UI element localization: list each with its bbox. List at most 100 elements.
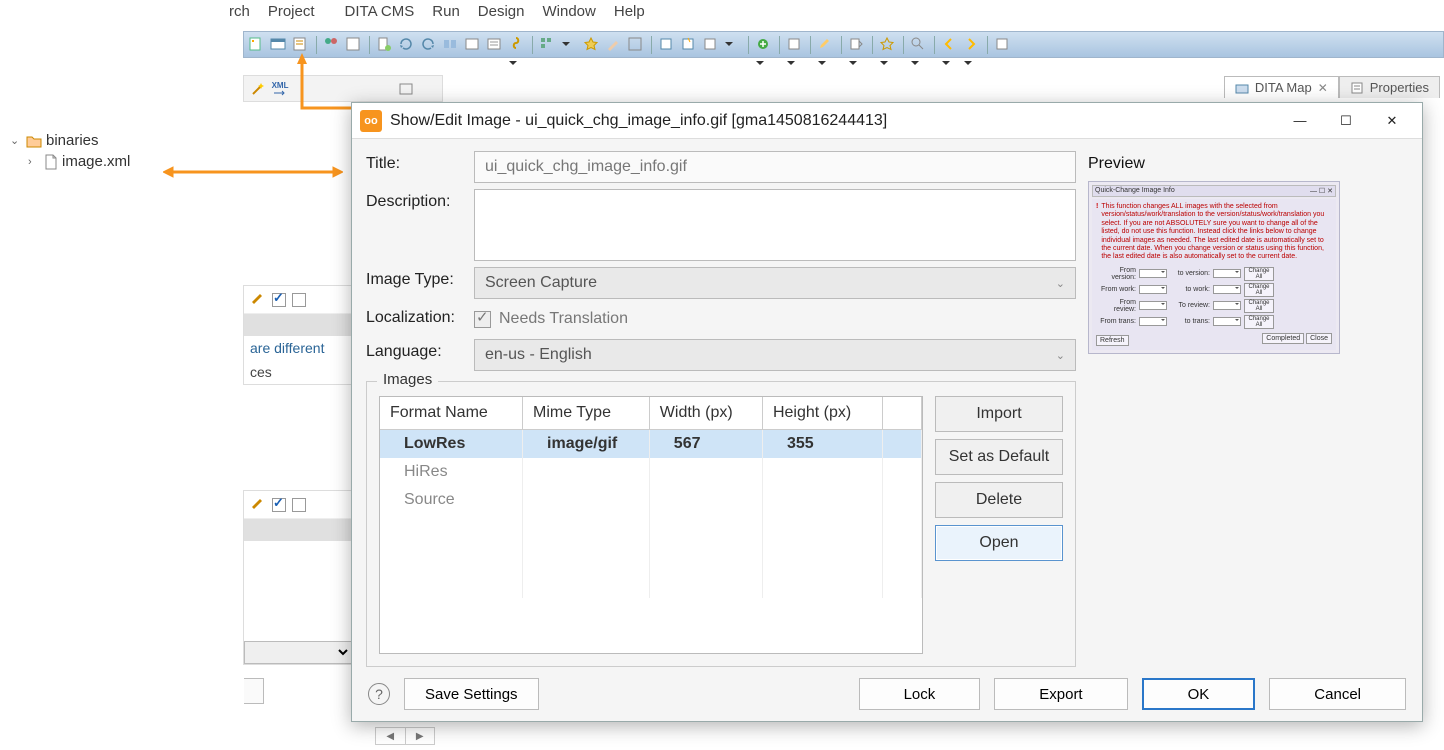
toolbar-icon[interactable] — [323, 36, 341, 54]
table-row[interactable]: LowResimage/gif567355 — [380, 430, 922, 459]
needs-translation-checkbox[interactable] — [474, 311, 491, 328]
toolbar-icon[interactable] — [292, 36, 310, 54]
toolbar-icon[interactable] — [561, 36, 579, 54]
menu-window[interactable]: Window — [543, 3, 596, 20]
export-button[interactable]: Export — [994, 678, 1127, 710]
label-description: Description: — [366, 189, 466, 211]
toolbar-icon[interactable] — [786, 36, 804, 54]
col-mime[interactable]: Mime Type — [523, 397, 650, 430]
text-ces: ces — [244, 360, 352, 384]
scroll-controls: ◀ ▶ — [375, 727, 435, 745]
toolbar-icon[interactable] — [464, 36, 482, 54]
checkbox[interactable] — [272, 498, 286, 512]
menu-search[interactable]: rch — [229, 3, 250, 20]
window-icon[interactable] — [398, 81, 414, 97]
minimize-button[interactable]: — — [1278, 107, 1322, 135]
menu-design[interactable]: Design — [478, 3, 525, 20]
toolbar-icon[interactable] — [658, 36, 676, 54]
language-select[interactable]: en-us - English⌄ — [474, 339, 1076, 371]
side-panel-fragment-2 — [243, 490, 353, 665]
toolbar-icon[interactable] — [910, 36, 928, 54]
edit-icon[interactable] — [250, 290, 266, 309]
toolbar-icon[interactable] — [398, 36, 416, 54]
import-button[interactable]: Import — [935, 396, 1063, 432]
dialog-titlebar: oo Show/Edit Image - ui_quick_chg_image_… — [352, 103, 1422, 139]
close-icon[interactable]: ✕ — [1318, 81, 1328, 95]
expand-icon[interactable]: ⌄ — [10, 134, 22, 147]
table-row[interactable]: HiRes — [380, 458, 922, 486]
toolbar-icon[interactable] — [848, 36, 866, 54]
toolbar-icon[interactable] — [248, 36, 266, 54]
folder-icon — [26, 134, 42, 148]
toolbar-icon[interactable] — [879, 36, 897, 54]
toolbar-icon[interactable] — [680, 36, 698, 54]
tab-properties[interactable]: Properties — [1339, 76, 1440, 98]
col-format[interactable]: Format Name — [380, 397, 523, 430]
menu-project[interactable]: Project — [268, 3, 315, 20]
map-icon — [1235, 81, 1249, 95]
checkbox[interactable] — [292, 498, 306, 512]
clipped-button[interactable] — [244, 678, 264, 704]
expand-icon[interactable]: › — [28, 156, 40, 168]
wand-icon[interactable] — [250, 81, 266, 97]
chevron-down-icon: ⌄ — [1056, 277, 1065, 290]
toolbar-icon[interactable] — [702, 36, 720, 54]
open-button[interactable]: Open — [935, 525, 1063, 561]
title-field[interactable]: ui_quick_chg_image_info.gif — [474, 151, 1076, 183]
col-width[interactable]: Width (px) — [649, 397, 762, 430]
dropdown[interactable] — [244, 641, 352, 664]
group-legend: Images — [377, 371, 438, 388]
save-settings-button[interactable]: Save Settings — [404, 678, 539, 710]
toolbar-back-icon[interactable] — [941, 36, 959, 54]
description-field[interactable] — [474, 189, 1076, 261]
toolbar-icon[interactable] — [539, 36, 557, 54]
checkbox[interactable] — [272, 293, 286, 307]
toolbar-icon[interactable] — [994, 36, 1012, 54]
table-row — [380, 542, 922, 570]
toolbar-icon[interactable] — [817, 36, 835, 54]
images-table: Format Name Mime Type Width (px) Height … — [379, 396, 923, 654]
checkbox[interactable] — [292, 293, 306, 307]
toolbar-icon[interactable] — [376, 36, 394, 54]
close-button[interactable]: ✕ — [1370, 107, 1414, 135]
xml-icon[interactable]: XML — [272, 81, 288, 97]
show-edit-image-dialog: oo Show/Edit Image - ui_quick_chg_image_… — [351, 102, 1423, 722]
table-row[interactable]: Source — [380, 486, 922, 514]
lock-button[interactable]: Lock — [859, 678, 981, 710]
toolbar-icon[interactable] — [583, 36, 601, 54]
toolbar-icon[interactable] — [486, 36, 504, 54]
diff-link[interactable]: are different — [244, 336, 352, 360]
scroll-left-icon[interactable]: ◀ — [376, 728, 406, 744]
app-icon: oo — [360, 110, 382, 132]
toolbar-icon[interactable] — [442, 36, 460, 54]
ok-button[interactable]: OK — [1142, 678, 1256, 710]
menu-run[interactable]: Run — [432, 3, 460, 20]
toolbar-icon[interactable] — [627, 36, 645, 54]
scroll-right-icon[interactable]: ▶ — [406, 728, 435, 744]
toolbar-icon[interactable] — [420, 36, 438, 54]
toolbar-icon[interactable] — [724, 36, 742, 54]
cancel-button[interactable]: Cancel — [1269, 678, 1406, 710]
image-type-select[interactable]: Screen Capture⌄ — [474, 267, 1076, 299]
tree-folder-binaries[interactable]: ⌄ binaries — [10, 130, 235, 151]
toolbar-forward-icon[interactable] — [963, 36, 981, 54]
table-row — [380, 570, 922, 598]
toolbar-icon[interactable] — [270, 36, 288, 54]
toolbar-icon[interactable] — [345, 36, 363, 54]
toolbar-icon[interactable] — [755, 36, 773, 54]
set-default-button[interactable]: Set as Default — [935, 439, 1063, 475]
tab-dita-map[interactable]: DITA Map ✕ — [1224, 76, 1339, 98]
right-panel-tabs: DITA Map ✕ Properties — [1224, 76, 1440, 98]
file-icon — [44, 154, 58, 170]
help-icon[interactable]: ? — [368, 683, 390, 705]
delete-button[interactable]: Delete — [935, 482, 1063, 518]
maximize-button[interactable]: ☐ — [1324, 107, 1368, 135]
menu-help[interactable]: Help — [614, 3, 645, 20]
edit-icon[interactable] — [250, 495, 266, 514]
annotation-arrow-icon — [163, 165, 343, 179]
toolbar-icon[interactable] — [508, 36, 526, 54]
menu-ditacms[interactable]: DITA CMS — [345, 3, 415, 20]
toolbar-icon[interactable] — [605, 36, 623, 54]
dropdown-icon[interactable] — [420, 81, 436, 97]
col-height[interactable]: Height (px) — [762, 397, 882, 430]
